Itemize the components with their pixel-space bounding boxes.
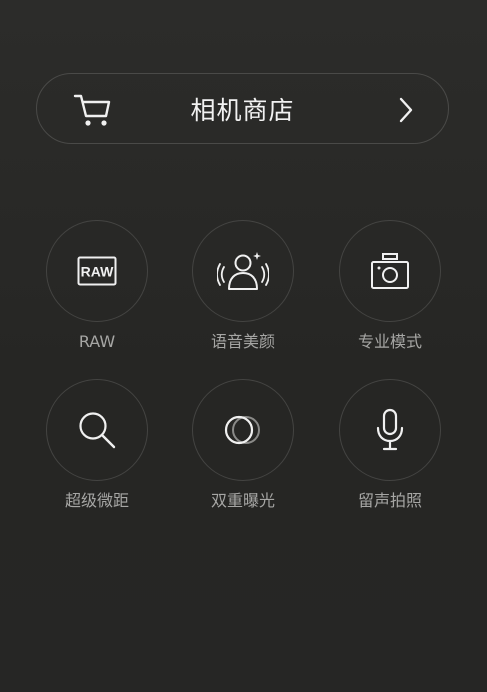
raw-button[interactable]: RAW [46, 220, 148, 322]
feature-voice-beauty[interactable]: 语音美颜 [191, 220, 295, 353]
camera-store-button[interactable]: 相机商店 [36, 73, 449, 144]
feature-voice-photo[interactable]: 留声拍照 [338, 379, 442, 512]
magnifier-icon [79, 412, 116, 449]
feature-label-voice-photo: 留声拍照 [357, 491, 422, 510]
feature-double-exposure[interactable]: 双重曝光 [191, 379, 295, 512]
feature-label-voice-beauty: 语音美颜 [210, 332, 275, 351]
camera-store-title: 相机商店 [190, 95, 295, 125]
voice-photo-button[interactable] [339, 379, 441, 481]
feature-raw[interactable]: RAW RAW [45, 220, 149, 353]
voice-beauty-icon [217, 252, 269, 290]
pro-camera-icon [371, 253, 409, 289]
feature-label-super-macro: 超级微距 [64, 491, 129, 510]
feature-super-macro[interactable]: 超级微距 [45, 379, 149, 512]
feature-pro-mode[interactable]: 专业模式 [338, 220, 442, 353]
feature-label-pro-mode: 专业模式 [357, 332, 422, 351]
double-exposure-icon [224, 415, 260, 445]
pro-mode-button[interactable] [339, 220, 441, 322]
raw-icon: RAW [77, 256, 117, 286]
voice-beauty-button[interactable] [192, 220, 294, 322]
feature-label-double-exposure: 双重曝光 [210, 491, 275, 510]
chevron-right-icon [398, 97, 414, 123]
microphone-icon [376, 408, 404, 451]
super-macro-button[interactable] [46, 379, 148, 481]
double-exposure-button[interactable] [192, 379, 294, 481]
raw-icon-text: RAW [81, 264, 114, 280]
feature-label-raw: RAW [78, 332, 116, 351]
